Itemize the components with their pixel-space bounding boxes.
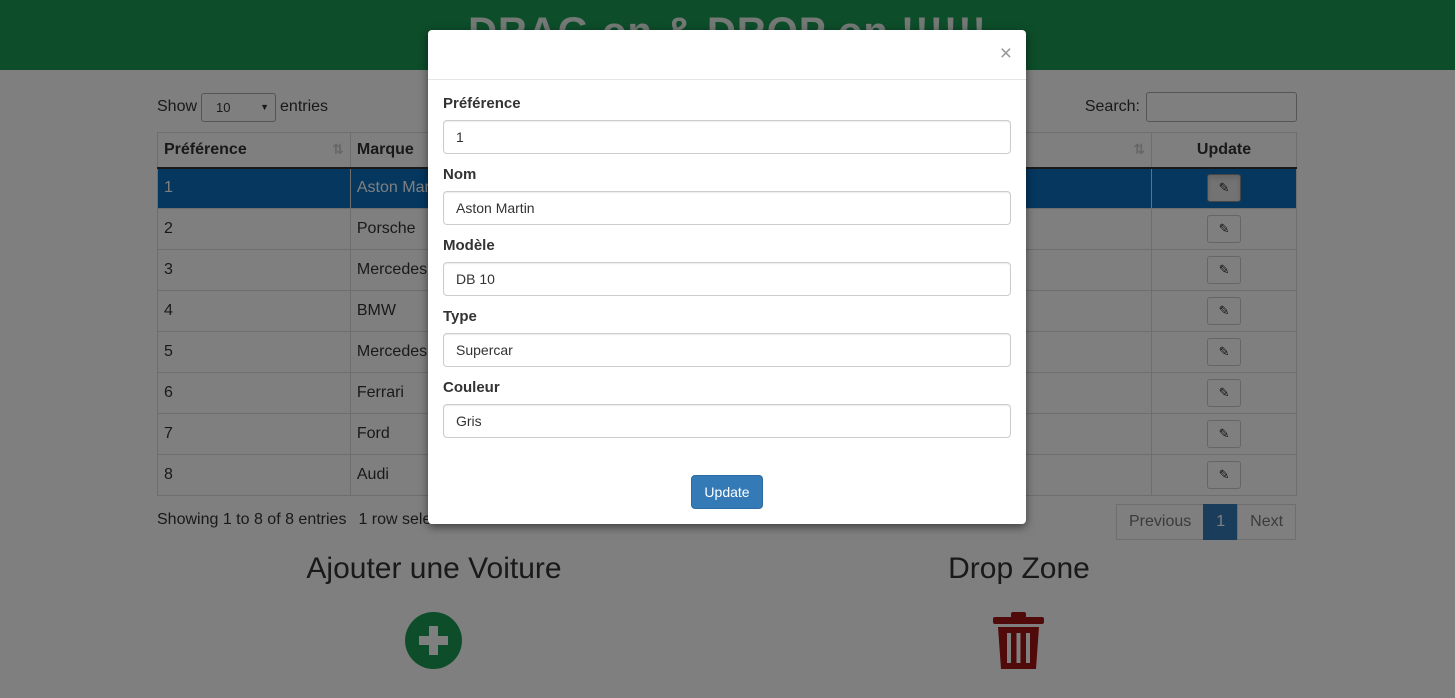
form-group-type: Type Supercar	[443, 308, 1011, 367]
modele-label: Modèle	[443, 237, 495, 254]
modele-input[interactable]: DB 10	[443, 262, 1011, 296]
couleur-label: Couleur	[443, 379, 500, 396]
nom-label: Nom	[443, 166, 477, 183]
form-group-nom: Nom Aston Martin	[443, 166, 1011, 225]
preference-label: Préférence	[443, 95, 521, 112]
form-group-couleur: Couleur Gris	[443, 379, 1011, 438]
type-input[interactable]: Supercar	[443, 333, 1011, 367]
preference-input[interactable]: 1	[443, 120, 1011, 154]
nom-input[interactable]: Aston Martin	[443, 191, 1011, 225]
modal-body: Préférence 1 Nom Aston Martin Modèle DB …	[428, 80, 1026, 465]
update-submit-button[interactable]: Update	[691, 475, 763, 509]
close-icon[interactable]: ×	[1000, 43, 1012, 64]
type-label: Type	[443, 308, 477, 325]
couleur-input[interactable]: Gris	[443, 404, 1011, 438]
edit-car-modal: × Préférence 1 Nom Aston Martin Modèle D…	[428, 30, 1026, 524]
form-group-preference: Préférence 1	[443, 95, 1011, 154]
modal-header: ×	[428, 30, 1026, 80]
form-group-modele: Modèle DB 10	[443, 237, 1011, 296]
